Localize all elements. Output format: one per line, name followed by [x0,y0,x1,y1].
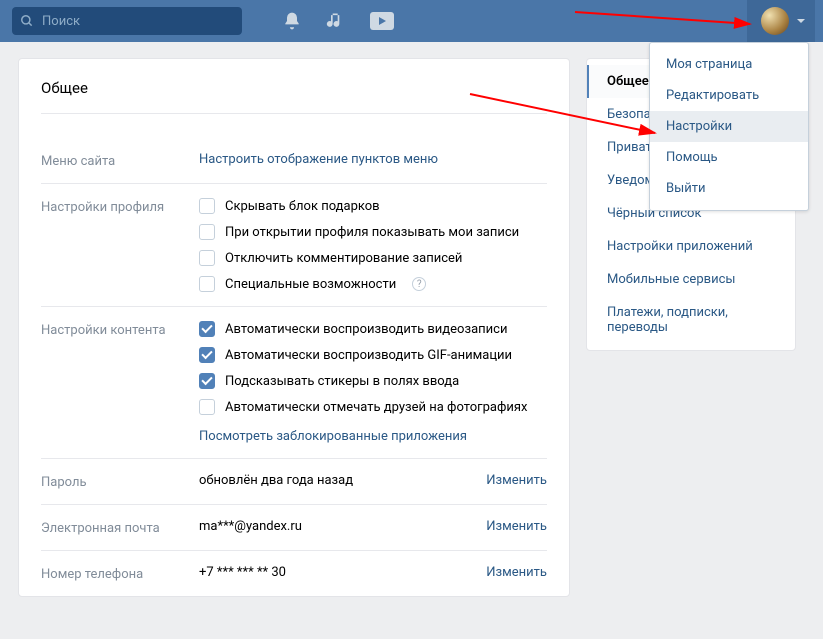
row-site-menu: Меню сайта Настроить отображение пунктов… [41,138,547,184]
opt-hide-gifts[interactable]: Скрывать блок подарков [199,198,547,214]
checkbox[interactable] [199,321,215,337]
search-icon [20,14,34,28]
opt-accessibility[interactable]: Специальные возможности? [199,276,547,292]
checkbox[interactable] [199,373,215,389]
dropdown-my-page[interactable]: Моя страница [650,49,808,80]
row-email: Электронная почта ma***@yandex.ru Измени… [41,505,547,551]
phone-value: +7 *** *** ** 30 [199,565,486,582]
bell-icon[interactable] [282,11,302,31]
email-value: ma***@yandex.ru [199,519,486,536]
profile-dropdown: Моя страница Редактировать Настройки Пом… [649,42,809,211]
search-input[interactable] [34,13,234,30]
opt-autoplay-gif[interactable]: Автоматически воспроизводить GIF-анимаци… [199,347,547,363]
page-title: Общее [41,79,547,114]
chevron-down-icon [797,19,805,23]
checkbox[interactable] [199,250,215,266]
row-label: Меню сайта [41,152,199,169]
change-email-link[interactable]: Изменить [486,519,547,536]
topbar-icons [282,11,394,31]
checkbox-label: Автоматически отмечать друзей на фотогра… [225,400,527,415]
dropdown-help[interactable]: Помощь [650,142,808,173]
search-box[interactable] [12,7,242,35]
checkbox-label: При открытии профиля показывать мои запи… [225,225,519,240]
sidebar-item-app-settings[interactable]: Настройки приложений [587,230,795,263]
checkbox-label: Отключить комментирование записей [225,251,462,266]
avatar [761,7,789,35]
row-content-settings: Настройки контента Автоматически воспрои… [41,307,547,459]
password-updated-value: обновлён два года назад [199,473,486,490]
sidebar-item-mobile[interactable]: Мобильные сервисы [587,263,795,296]
change-phone-link[interactable]: Изменить [486,565,547,582]
row-label: Настройки профиля [41,198,199,292]
checkbox-label: Автоматически воспроизводить GIF-анимаци… [225,348,512,363]
checkbox-label: Специальные возможности [225,277,396,292]
row-label: Номер телефона [41,565,199,582]
opt-show-my-posts[interactable]: При открытии профиля показывать мои запи… [199,224,547,240]
checkbox[interactable] [199,347,215,363]
row-label: Электронная почта [41,519,199,536]
row-label: Пароль [41,473,199,490]
configure-menu-link[interactable]: Настроить отображение пунктов меню [199,152,438,167]
change-password-link[interactable]: Изменить [486,473,547,490]
blocked-apps-link[interactable]: Посмотреть заблокированные приложения [199,429,547,444]
checkbox[interactable] [199,224,215,240]
checkbox-label: Скрывать блок подарков [225,199,380,214]
row-password: Пароль обновлён два года назад Изменить [41,459,547,505]
topbar [0,0,823,42]
row-phone: Номер телефона +7 *** *** ** 30 Изменить [41,551,547,596]
checkbox-label: Подсказывать стикеры в полях ввода [225,374,459,389]
opt-autoplay-video[interactable]: Автоматически воспроизводить видеозаписи [199,321,547,337]
dropdown-edit[interactable]: Редактировать [650,80,808,111]
video-icon[interactable] [370,12,394,30]
opt-disable-comments[interactable]: Отключить комментирование записей [199,250,547,266]
profile-menu-trigger[interactable] [747,0,815,42]
opt-sticker-suggest[interactable]: Подсказывать стикеры в полях ввода [199,373,547,389]
row-label: Настройки контента [41,321,199,444]
checkbox[interactable] [199,276,215,292]
sidebar-item-payments[interactable]: Платежи, подписки, переводы [587,296,795,344]
dropdown-settings[interactable]: Настройки [650,111,808,142]
checkbox[interactable] [199,399,215,415]
dropdown-logout[interactable]: Выйти [650,173,808,204]
music-icon[interactable] [326,11,346,31]
checkbox-label: Автоматически воспроизводить видеозаписи [225,322,507,337]
opt-auto-tag-friends[interactable]: Автоматически отмечать друзей на фотогра… [199,399,547,415]
help-icon[interactable]: ? [412,277,426,291]
checkbox[interactable] [199,198,215,214]
settings-main-panel: Общее Меню сайта Настроить отображение п… [18,58,570,597]
row-profile-settings: Настройки профиля Скрывать блок подарков… [41,184,547,307]
